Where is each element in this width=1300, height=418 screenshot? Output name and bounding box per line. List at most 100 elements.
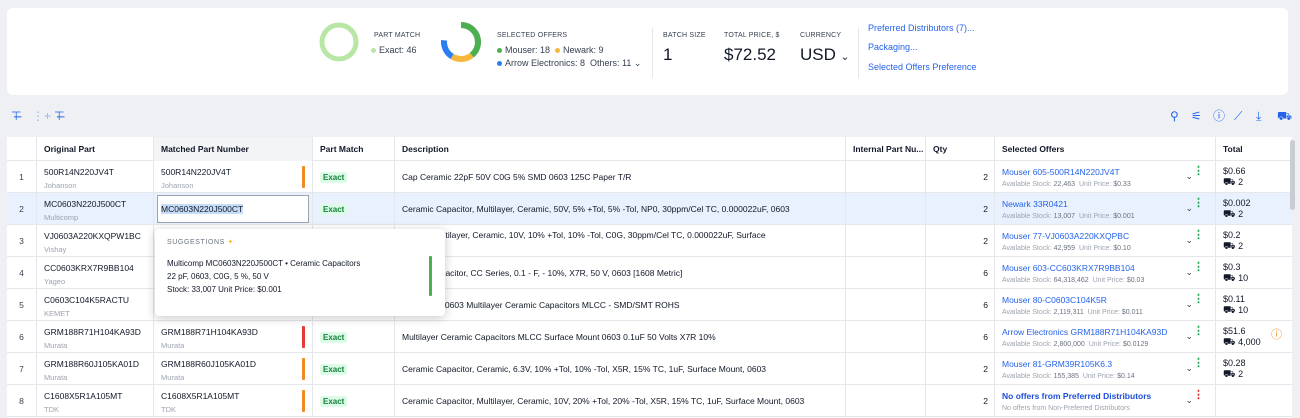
selected-offer-cell[interactable]: Mouser 80-C0603C104K5R Available Stock: 2… bbox=[994, 289, 1215, 321]
col-internal-part-number[interactable]: Internal Part Nu... bbox=[845, 137, 925, 161]
filter-icon[interactable]: ⚟ bbox=[1191, 110, 1202, 122]
internal-part-cell[interactable] bbox=[845, 257, 925, 289]
kebab-menu-icon[interactable]: ⋮ bbox=[1193, 294, 1204, 305]
col-selected-offers[interactable]: Selected Offers bbox=[994, 137, 1215, 161]
matched-part-cell[interactable]: 500R14N220JV4T Johanson bbox=[153, 161, 312, 193]
chevron-down-icon[interactable]: ⌄ bbox=[1185, 267, 1193, 278]
col-qty[interactable]: Qty bbox=[925, 137, 994, 161]
preferred-distributors-link[interactable]: Preferred Distributors (7)... bbox=[868, 23, 975, 33]
scrollbar[interactable] bbox=[1290, 140, 1295, 210]
col-part-match[interactable]: Part Match bbox=[312, 137, 394, 161]
table-row[interactable]: 1 500R14N220JV4T Johanson 500R14N220JV4T Joh… bbox=[7, 161, 1292, 193]
offer-link[interactable]: Mouser 603-CC603KRX7R9BB104 bbox=[1002, 263, 1135, 273]
chevron-down-icon[interactable]: ⌄ bbox=[1185, 395, 1193, 406]
insert-column-icon[interactable]: ⋮+ bbox=[32, 110, 51, 122]
original-part-cell[interactable]: 500R14N220JV4T Johanson bbox=[36, 161, 153, 193]
chevron-down-icon[interactable]: ⌄ bbox=[1185, 363, 1193, 374]
search-icon[interactable]: ⚲ bbox=[1170, 110, 1179, 122]
selected-offer-cell[interactable]: Mouser 605-500R14N220JV4T Available Stock… bbox=[994, 161, 1215, 193]
matched-part-cell[interactable]: MC0603N220J500CT bbox=[153, 193, 312, 225]
chevron-down-icon[interactable]: ⌄ bbox=[1185, 171, 1193, 182]
selected-offer-cell[interactable]: Mouser 77-VJ0603A220KXQPBC Available Stoc… bbox=[994, 225, 1215, 257]
selected-offers-preference-link[interactable]: Selected Offers Preference bbox=[868, 62, 976, 72]
col-total[interactable]: Total bbox=[1215, 137, 1292, 161]
suggestion-item[interactable]: Multicomp MC0603N220J500CT • Ceramic Cap… bbox=[167, 257, 402, 296]
kebab-menu-icon[interactable]: ⋮ bbox=[1193, 358, 1204, 369]
kebab-menu-icon[interactable]: ⋮ bbox=[1193, 198, 1204, 209]
kebab-menu-icon[interactable]: ⋮ bbox=[1193, 230, 1204, 241]
original-part-cell[interactable]: CC0603KRX7R9BB104 Yageo bbox=[36, 257, 153, 289]
no-offer-text: No offers from Preferred Distributors bbox=[1002, 391, 1152, 401]
table-row[interactable]: 6 GRM188R71H104KA93D Murata GRM188R71H104KA… bbox=[7, 321, 1292, 353]
stock-value: 13,007 bbox=[1053, 213, 1076, 220]
matched-part-input[interactable]: MC0603N220J500CT bbox=[157, 195, 309, 223]
col-matched-part-number[interactable]: Matched Part Number bbox=[153, 137, 312, 161]
selected-offer-cell[interactable]: No offers from Preferred Distributors No … bbox=[994, 385, 1215, 417]
chevron-down-icon[interactable]: ⌄ bbox=[1185, 235, 1193, 246]
chevron-down-icon[interactable]: ⌄ bbox=[1185, 331, 1193, 342]
row-number: 2 bbox=[19, 204, 24, 214]
kebab-menu-icon[interactable]: ⋮ bbox=[1193, 326, 1204, 337]
internal-part-cell[interactable] bbox=[845, 161, 925, 193]
qty-cell[interactable]: 2 bbox=[925, 225, 994, 257]
internal-part-cell[interactable] bbox=[845, 385, 925, 417]
offer-link[interactable]: Mouser 605-500R14N220JV4T bbox=[1002, 167, 1120, 177]
qty-cell[interactable]: 6 bbox=[925, 289, 994, 321]
offer-link[interactable]: Mouser 81-GRM39R105K6.3 bbox=[1002, 359, 1112, 369]
kebab-menu-icon[interactable]: ⋮ bbox=[1193, 166, 1204, 177]
kebab-menu-icon[interactable]: ⋮ bbox=[1193, 390, 1204, 401]
selected-offer-cell[interactable]: Arrow Electronics GRM188R71H104KA93D Avai… bbox=[994, 321, 1215, 353]
selected-offer-cell[interactable]: Mouser 603-CC603KRX7R9BB104 Available Sto… bbox=[994, 257, 1215, 289]
matched-part-cell[interactable]: C1608X5R1A105MT TDK bbox=[153, 385, 312, 417]
selected-offer-cell[interactable]: Newark 33R0421 Available Stock: 13,007 Un… bbox=[994, 193, 1215, 225]
original-part-cell[interactable]: VJ0603A220KXQPW1BC Vishay bbox=[36, 225, 153, 257]
suggestions-popup[interactable]: SUGGESTIONS ✦ Multicomp MC0603N220J500CT… bbox=[155, 229, 445, 316]
col-description[interactable]: Description bbox=[394, 137, 845, 161]
add-above-icon[interactable]: ⊤̶ bbox=[54, 110, 64, 122]
batch-size-value[interactable]: 1 bbox=[663, 45, 672, 65]
internal-part-cell[interactable] bbox=[845, 193, 925, 225]
table-row[interactable]: 2 MC0603N220J500CT Multicomp MC0603N220J500… bbox=[7, 193, 1292, 225]
qty-cell[interactable]: 2 bbox=[925, 385, 994, 417]
internal-part-cell[interactable] bbox=[845, 321, 925, 353]
internal-part-cell[interactable] bbox=[845, 353, 925, 385]
internal-part-cell[interactable] bbox=[845, 225, 925, 257]
info-icon[interactable]: ⓘ bbox=[1213, 110, 1225, 122]
offer-link[interactable]: Mouser 80-C0603C104K5R bbox=[1002, 295, 1107, 305]
chevron-down-icon[interactable]: ⌄ bbox=[1185, 299, 1193, 310]
qty-cell[interactable]: 2 bbox=[925, 353, 994, 385]
qty-cell[interactable]: 6 bbox=[925, 321, 994, 353]
qty-cell[interactable]: 2 bbox=[925, 161, 994, 193]
others-dropdown[interactable]: Others: 11 ⌄ bbox=[590, 58, 641, 68]
matched-part-cell[interactable]: GRM188R71H104KA93D Murata bbox=[153, 321, 312, 353]
currency-select[interactable]: USD ⌄ bbox=[800, 45, 850, 65]
offer-link[interactable]: Mouser 77-VJ0603A220KXQPBC bbox=[1002, 231, 1129, 241]
internal-part-cell[interactable] bbox=[845, 289, 925, 321]
selected-offer-cell[interactable]: Mouser 81-GRM39R105K6.3 Available Stock: … bbox=[994, 353, 1215, 385]
original-manufacturer: Multicomp bbox=[44, 213, 79, 222]
chevron-down-icon[interactable]: ⌄ bbox=[1185, 203, 1193, 214]
add-row-icon[interactable]: ⊤̶ bbox=[11, 110, 21, 122]
matched-part-cell[interactable]: GRM188R60J105KA01D Murata bbox=[153, 353, 312, 385]
offer-link[interactable]: Newark 33R0421 bbox=[1002, 199, 1068, 209]
offer-link[interactable]: Arrow Electronics GRM188R71H104KA93D bbox=[1002, 327, 1167, 337]
cart-icon[interactable]: ⛟ bbox=[1277, 110, 1292, 122]
col-original-part[interactable]: Original Part bbox=[36, 137, 160, 161]
original-part-cell[interactable]: GRM188R71H104KA93D Murata bbox=[36, 321, 153, 353]
total-value: $0.2 bbox=[1223, 230, 1241, 240]
original-part-cell[interactable]: C0603C104K5RACTU KEMET bbox=[36, 289, 153, 321]
qty-cell[interactable]: 2 bbox=[925, 193, 994, 225]
original-part-cell[interactable]: C1608X5R1A105MT TDK bbox=[36, 385, 153, 417]
original-part-cell[interactable]: GRM188R60J105KA01D Murata bbox=[36, 353, 153, 385]
table-row[interactable]: 8 C1608X5R1A105MT TDK C1608X5R1A105MT TDK Exa… bbox=[7, 385, 1292, 417]
packaging-link[interactable]: Packaging... bbox=[868, 42, 918, 52]
table-row[interactable]: 7 GRM188R60J105KA01D Murata GRM188R60J105KA… bbox=[7, 353, 1292, 385]
chart-icon[interactable]: ⟋ bbox=[1234, 110, 1242, 122]
warning-icon[interactable]: ⓘ bbox=[1271, 330, 1282, 341]
description: pacitor, Multilayer, Ceramic, 10V, 10% +… bbox=[402, 230, 766, 240]
qty-cell[interactable]: 6 bbox=[925, 257, 994, 289]
total-value: $0.002 bbox=[1223, 198, 1251, 208]
original-part-cell[interactable]: MC0603N220J500CT Multicomp bbox=[36, 193, 153, 225]
kebab-menu-icon[interactable]: ⋮ bbox=[1193, 262, 1204, 273]
download-icon[interactable]: ⤓ bbox=[1256, 110, 1261, 122]
